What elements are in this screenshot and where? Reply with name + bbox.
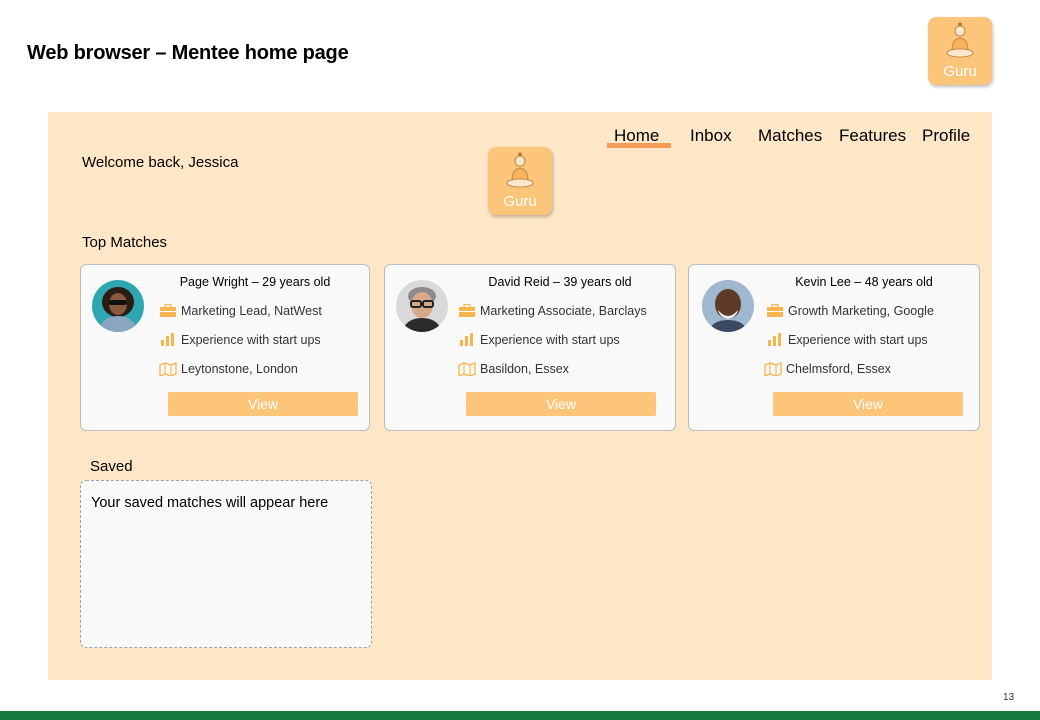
footer-bar — [0, 711, 1040, 720]
map-pin-icon — [764, 362, 782, 376]
bar-chart-icon — [161, 333, 174, 346]
match-name: Kevin Lee – 48 years old — [795, 275, 933, 289]
map-pin-icon — [458, 362, 476, 376]
avatar — [702, 280, 754, 332]
map-pin-icon — [159, 362, 177, 376]
nav-features[interactable]: Features — [839, 126, 906, 146]
slide-title: Web browser – Mentee home page — [27, 42, 349, 64]
logo-text: Guru — [943, 63, 977, 80]
browser-page: Home Inbox Matches Features Profile Welc… — [48, 112, 992, 680]
match-experience: Experience with start ups — [480, 333, 620, 347]
match-location: Chelmsford, Essex — [786, 362, 891, 376]
view-button[interactable]: View — [168, 392, 358, 416]
nav-active-indicator — [607, 143, 671, 148]
welcome-message: Welcome back, Jessica — [82, 154, 239, 171]
nav-profile[interactable]: Profile — [922, 126, 970, 146]
briefcase-icon — [459, 304, 475, 317]
nav-matches[interactable]: Matches — [758, 126, 822, 146]
match-experience: Experience with start ups — [181, 333, 321, 347]
logo-text: Guru — [503, 193, 537, 210]
avatar — [396, 280, 448, 332]
match-role: Marketing Lead, NatWest — [181, 304, 322, 318]
match-role: Marketing Associate, Barclays — [480, 304, 647, 318]
saved-matches-box: Your saved matches will appear here — [80, 480, 372, 648]
avatar — [92, 280, 144, 332]
briefcase-icon — [160, 304, 176, 317]
saved-empty-message: Your saved matches will appear here — [91, 495, 329, 511]
match-location: Basildon, Essex — [480, 362, 569, 376]
view-button[interactable]: View — [466, 392, 656, 416]
top-matches-title: Top Matches — [82, 234, 168, 251]
match-name: David Reid – 39 years old — [488, 275, 632, 289]
bar-chart-icon — [460, 333, 473, 346]
match-card: David Reid – 39 years old Marketing Asso… — [384, 264, 676, 431]
match-card: Page Wright – 29 years old Marketing Lea… — [80, 264, 370, 431]
page-number: 13 — [1003, 692, 1015, 703]
briefcase-icon — [767, 304, 783, 317]
match-card: Kevin Lee – 48 years old Growth Marketin… — [688, 264, 980, 431]
meditating-guru-icon — [506, 152, 534, 188]
guru-logo-top: Guru — [928, 17, 992, 85]
match-role: Growth Marketing, Google — [788, 304, 934, 318]
match-name: Page Wright – 29 years old — [179, 275, 331, 289]
match-location: Leytonstone, London — [181, 362, 298, 376]
meditating-guru-icon — [946, 22, 974, 58]
guru-logo: Guru — [488, 147, 552, 215]
saved-title: Saved — [90, 458, 133, 475]
nav-inbox[interactable]: Inbox — [690, 126, 732, 146]
view-button[interactable]: View — [773, 392, 963, 416]
match-experience: Experience with start ups — [788, 333, 928, 347]
bar-chart-icon — [768, 333, 781, 346]
